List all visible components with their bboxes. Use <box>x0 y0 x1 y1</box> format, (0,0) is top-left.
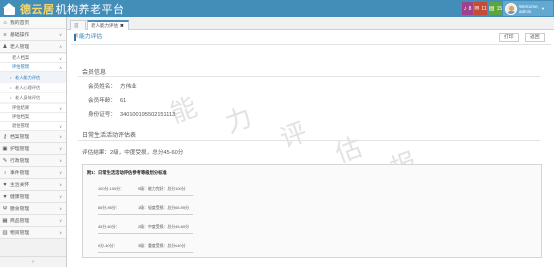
message-icon: ▤ <box>488 6 495 12</box>
sidebar-item-checkout[interactable]: 退住管理 ∨ <box>0 122 66 131</box>
assessment-result: 评估结果：2级，中度受损，总分45-60分 <box>82 150 184 156</box>
standard-row: 65分-95分： 1级：轻度受损：总分65-95分 <box>98 205 190 210</box>
chevron-down-icon: ∨ <box>59 123 62 129</box>
welcome-text: Welcome, <box>519 3 539 9</box>
standard-row: 45分-60分： 2级：中度受损：总分45-60分 <box>98 224 190 229</box>
divider <box>98 214 193 215</box>
close-icon[interactable]: ✖ <box>120 23 124 28</box>
chevron-up-icon: ∧ <box>59 64 62 70</box>
notification-count: 8 <box>468 5 472 12</box>
sidebar-item-care[interactable]: ♥ 主治关怀 ∨ <box>0 179 66 191</box>
tab-ability-assessment[interactable]: 老人能力评估 ✖ <box>87 20 129 30</box>
house-icon <box>3 2 16 15</box>
sidebar-item-ability-assessment[interactable]: • 老人能力评估 <box>0 73 66 82</box>
tab-bar: 首页 老人能力评估 ✖ <box>67 17 554 38</box>
caret-down-icon: ▼ <box>540 6 545 11</box>
chevron-down-icon: ∨ <box>59 134 62 139</box>
sidebar-item-results[interactable]: 评估结果 ∨ <box>0 104 66 113</box>
sidebar-item-home[interactable]: ⌂ 我的首页 <box>0 17 66 29</box>
dot-icon: • <box>10 95 12 100</box>
member-section-title: 会员信息 <box>82 70 107 76</box>
sidebar-item-mental-assessment[interactable]: • 老人心理评估 <box>0 83 66 92</box>
fork-icon: Ψ <box>2 205 8 212</box>
list-icon: ≡ <box>3 31 7 38</box>
sidebar-item-records[interactable]: ⚷ 档案管理 ∨ <box>0 131 66 143</box>
notification-badge[interactable]: ♪ 8 <box>462 2 473 15</box>
sidebar-item-supplies[interactable]: ▥ 物资管理 ∨ <box>0 227 66 239</box>
sidebar-item-meals[interactable]: Ψ 膳食管理 ∨ <box>0 203 66 215</box>
sidebar-item-body-assessment[interactable]: • 老人身体评估 <box>0 93 66 102</box>
grading-standard-box: 附1：日常生活活动评估参考等级划分标准 100分-100分： 0级：能力完好：总分… <box>82 164 542 258</box>
back-button[interactable]: 返回 <box>525 33 545 42</box>
bell-icon: ♪ <box>463 5 467 12</box>
chevron-down-icon: ∨ <box>59 32 62 37</box>
sidebar-item-health[interactable]: ♥ 健康管理 ∨ <box>0 191 66 203</box>
sidebar-item-nursing[interactable]: ▣ 护理管理 ∨ <box>0 143 66 155</box>
app-brand: 德云居 <box>20 2 55 16</box>
app-logo[interactable]: 德云居 机构养老平台 <box>3 1 125 16</box>
page-header: 能力评估 打印 返回 <box>71 31 551 45</box>
standard-row: 100分-100分： 0级：能力完好：总分100分 <box>98 186 186 191</box>
sidebar-item-basic[interactable]: ≡ 基础操作 ∨ <box>0 29 66 41</box>
cart-icon: ▦ <box>2 217 8 224</box>
pencil-icon: ✎ <box>2 157 8 164</box>
chevron-down-icon: ∨ <box>59 170 62 175</box>
daily-section-title: 日常生活活动评估表 <box>82 133 137 139</box>
field-name: 会员姓名： 方伟业 <box>88 84 137 90</box>
people-icon: ▣ <box>2 145 8 152</box>
mail-icon: ✉ <box>474 6 480 12</box>
tab-home[interactable]: 首页 <box>70 20 86 38</box>
avatar <box>505 2 517 15</box>
sidebar-item-archive[interactable]: 老人档案 ∨ <box>0 54 66 63</box>
chevron-down-icon: ∨ <box>59 105 62 111</box>
sidebar-item-admin[interactable]: ✎ 行政管理 ∨ <box>0 155 66 167</box>
sidebar-item-elderly[interactable]: ♟ 老人管理 ∧ <box>0 41 66 53</box>
dot-icon: • <box>10 75 12 80</box>
divider <box>98 233 193 234</box>
app-title: 机构养老平台 <box>55 2 125 16</box>
chevron-down-icon: ∨ <box>59 55 62 61</box>
chevron-down-icon: ∨ <box>59 146 62 151</box>
top-navbar: 德云居 机构养老平台 ♪ 8 ✉ 11 ▤ 15 Welcome, admin … <box>0 0 554 17</box>
user-menu[interactable]: Welcome, admin ▼ <box>503 1 553 16</box>
divider <box>98 195 193 196</box>
message-badge[interactable]: ▤ 15 <box>489 2 502 15</box>
divider <box>78 140 540 141</box>
sidebar-collapse-toggle[interactable]: « <box>0 256 66 267</box>
print-button[interactable]: 打印 <box>499 33 519 42</box>
chevron-up-icon: ∧ <box>59 44 62 49</box>
divider <box>98 252 193 253</box>
heart-icon: ♥ <box>3 181 7 188</box>
dot-icon: • <box>10 85 12 90</box>
bulb-icon: ♁ <box>2 169 8 176</box>
field-age: 会员年龄： 61 <box>88 98 127 104</box>
sidebar-item-assessment-archive[interactable]: 评估档案 <box>0 113 66 122</box>
message-count: 15 <box>496 5 503 12</box>
chevron-down-icon: ∨ <box>59 218 62 223</box>
standard-row: 0分-40分： 3级：重度受损：总分≤40分 <box>98 243 186 248</box>
field-id-number: 身份证号： 340100195502151113 <box>88 112 176 118</box>
key-icon: ⚷ <box>2 133 8 140</box>
sidebar-item-assessment[interactable]: 评估管理 ∧ <box>0 63 66 72</box>
mail-count: 11 <box>481 5 487 12</box>
heart-icon: ♥ <box>3 193 7 200</box>
page-title: 能力评估 <box>74 34 102 41</box>
chevron-down-icon: ∨ <box>59 182 62 187</box>
chevron-down-icon: ∨ <box>59 194 62 199</box>
building-icon: ▥ <box>2 229 8 236</box>
standard-title: 附1：日常生活活动评估参考等级划分标准 <box>87 170 167 175</box>
sidebar-item-events[interactable]: ♁ 事件管理 ∨ <box>0 167 66 179</box>
user-name: admin <box>519 8 532 14</box>
chevron-down-icon: ∨ <box>59 206 62 211</box>
divider <box>78 76 540 77</box>
user-icon: ♟ <box>2 43 8 50</box>
home-icon: ⌂ <box>3 19 7 26</box>
chevron-down-icon: ∨ <box>59 230 62 235</box>
mail-badge[interactable]: ✉ 11 <box>474 2 487 15</box>
sidebar: ⌂ 我的首页 ≡ 基础操作 ∨ ♟ 老人管理 ∧ 老人档案 ∨ 评估管理 ∧ •… <box>0 17 67 267</box>
sidebar-item-goods[interactable]: ▦ 商品管理 ∨ <box>0 215 66 227</box>
chevron-down-icon: ∨ <box>59 158 62 163</box>
